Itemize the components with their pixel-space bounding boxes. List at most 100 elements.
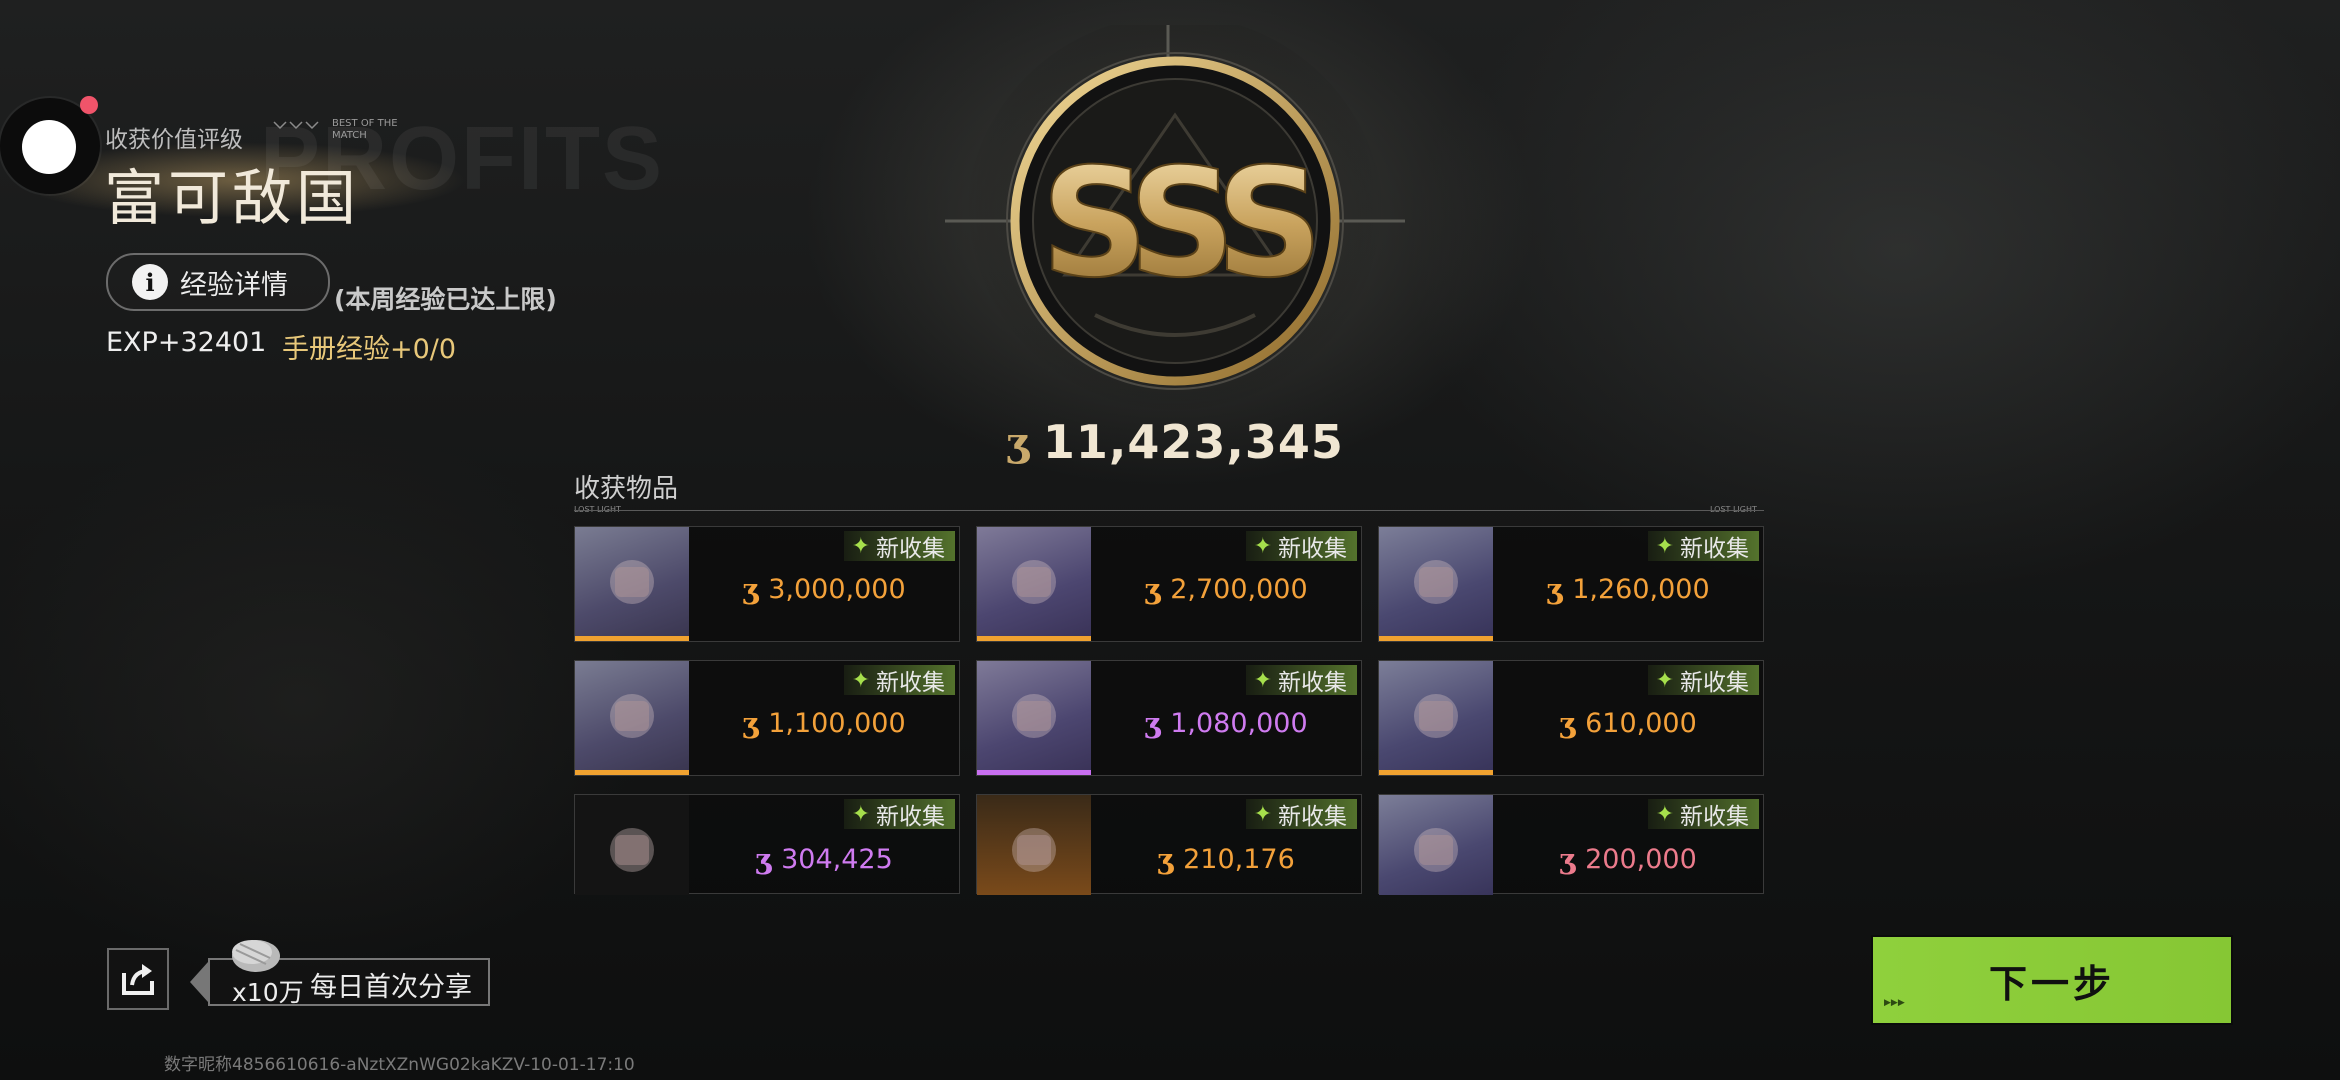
- assault-rifle-icon: [575, 795, 689, 895]
- currency-coin-icon: ʒ: [1546, 572, 1563, 606]
- sparkle-icon: ✦: [1253, 801, 1272, 827]
- sparkle-icon: ✦: [851, 667, 870, 693]
- chevron-marks-icon: [273, 121, 319, 130]
- item-card[interactable]: ✦ 新收集 ʒ 2,700,000: [976, 526, 1362, 642]
- rarity-bar: [977, 770, 1091, 775]
- new-collection-label: 新收集: [1680, 804, 1749, 830]
- trophy-cup-icon: [1379, 661, 1493, 771]
- new-collection-badge: ✦ 新收集: [1245, 665, 1357, 696]
- item-price-value: 3,000,000: [768, 573, 906, 605]
- item-card[interactable]: ✦ 新收集 ʒ 1,100,000: [574, 660, 960, 776]
- new-collection-label: 新收集: [876, 670, 945, 696]
- currency-coin-icon: ʒ: [1144, 572, 1161, 606]
- info-icon: i: [132, 264, 168, 300]
- new-collection-label: 新收集: [1278, 670, 1347, 696]
- rarity-bar: [977, 636, 1091, 641]
- item-price: ʒ 1,260,000: [1493, 569, 1763, 609]
- share-button[interactable]: [107, 948, 169, 1010]
- currency-coin-icon: ʒ: [1559, 842, 1576, 876]
- sparkle-icon: ✦: [1253, 667, 1272, 693]
- currency-coin-icon: ʒ: [742, 572, 759, 606]
- new-collection-badge: ✦ 新收集: [1647, 531, 1759, 562]
- sparkle-icon: ✦: [851, 801, 870, 827]
- items-section-title: 收获物品: [574, 474, 679, 504]
- share-icon: [122, 964, 154, 995]
- coin-stack-icon: [232, 940, 280, 972]
- item-price: ʒ 2,700,000: [1091, 569, 1361, 609]
- sparkle-icon: ✦: [1655, 533, 1674, 559]
- item-card[interactable]: ✦ 新收集 ʒ 1,260,000: [1378, 526, 1764, 642]
- item-price-value: 1,080,000: [1170, 707, 1308, 739]
- new-collection-label: 新收集: [1680, 536, 1749, 562]
- octopus-ring-icon: [977, 661, 1091, 771]
- bronze-vase-icon: [575, 661, 689, 771]
- item-card[interactable]: ✦ 新收集 ʒ 304,425: [574, 794, 960, 895]
- exp-cap-note: (本周经验已达上限): [334, 285, 557, 314]
- item-price-value: 304,425: [781, 843, 893, 875]
- item-price-value: 1,100,000: [768, 707, 906, 739]
- item-card[interactable]: ✦ 新收集 ʒ 610,000: [1378, 660, 1764, 776]
- item-price: ʒ 1,080,000: [1091, 703, 1361, 743]
- currency-coin-icon: ʒ: [755, 842, 772, 876]
- currency-coin-icon: ʒ: [1144, 706, 1161, 740]
- item-price: ʒ 304,425: [689, 839, 959, 879]
- new-collection-badge: ✦ 新收集: [1245, 531, 1357, 562]
- item-price: ʒ 1,100,000: [689, 703, 959, 743]
- sparkle-icon: ✦: [851, 533, 870, 559]
- new-collection-badge: ✦ 新收集: [843, 665, 955, 696]
- ornate-sword-icon: [1379, 527, 1493, 637]
- rarity-bar: [575, 770, 689, 775]
- item-price: ʒ 3,000,000: [689, 569, 959, 609]
- currency-coin-icon: ʒ: [1157, 842, 1174, 876]
- feather-blade-icon: [1379, 795, 1493, 895]
- item-card[interactable]: ✦ 新收集 ʒ 200,000: [1378, 794, 1764, 895]
- currency-coin-icon: ʒ: [1559, 706, 1576, 740]
- handbook-exp: 手册经验+0/0: [282, 334, 457, 365]
- total-value-number: 11,423,345: [1042, 415, 1344, 469]
- exp-details-button[interactable]: i 经验详情: [106, 253, 330, 311]
- item-card[interactable]: ✦ 新收集 ʒ 3,000,000: [574, 526, 960, 642]
- rating-label: 收获价值评级: [105, 127, 243, 153]
- item-card[interactable]: ✦ 新收集 ʒ 210,176: [976, 794, 1362, 895]
- rarity-bar: [1379, 770, 1493, 775]
- item-price-value: 1,260,000: [1572, 573, 1710, 605]
- item-price-value: 610,000: [1585, 707, 1697, 739]
- new-collection-label: 新收集: [876, 536, 945, 562]
- item-price: ʒ 210,176: [1091, 839, 1361, 879]
- commemorative-coin-icon: [977, 527, 1091, 637]
- new-collection-badge: ✦ 新收集: [843, 531, 955, 562]
- best-of-match-text: BEST OF THE MATCH: [332, 118, 398, 141]
- sparkle-icon: ✦: [1253, 533, 1272, 559]
- items-divider: [574, 510, 1764, 511]
- new-collection-badge: ✦ 新收集: [1647, 799, 1759, 830]
- exp-details-label: 经验详情: [180, 269, 288, 301]
- warship-model-icon: [575, 527, 689, 637]
- item-price: ʒ 610,000: [1493, 703, 1763, 743]
- record-indicator-dot: [80, 96, 98, 114]
- next-step-label: 下一步: [1988, 961, 2115, 1006]
- new-collection-badge: ✦ 新收集: [843, 799, 955, 830]
- new-collection-label: 新收集: [876, 804, 945, 830]
- new-collection-label: 新收集: [1278, 536, 1347, 562]
- share-pill-pointer: [190, 962, 208, 1002]
- item-price: ʒ 200,000: [1493, 839, 1763, 879]
- sparkle-icon: ✦: [1655, 801, 1674, 827]
- item-card[interactable]: ✦ 新收集 ʒ 1,080,000: [976, 660, 1362, 776]
- share-reward-quantity: x10万: [232, 978, 304, 1007]
- item-price-value: 200,000: [1585, 843, 1697, 875]
- currency-coin-icon: ʒ: [742, 706, 759, 740]
- new-collection-label: 新收集: [1680, 670, 1749, 696]
- item-price-value: 210,176: [1183, 843, 1295, 875]
- player-id-watermark: 数字昵称4856610616-aNztXZnWG02kaKZV-10-01-17…: [164, 1055, 635, 1075]
- exp-gained: EXP+32401: [106, 327, 267, 358]
- rarity-bar: [575, 636, 689, 641]
- currency-coin-icon: ʒ: [1006, 418, 1029, 466]
- sss-rank-emblem: SSS: [945, 25, 1405, 435]
- new-collection-badge: ✦ 新收集: [1245, 799, 1357, 830]
- item-price-value: 2,700,000: [1170, 573, 1308, 605]
- next-step-button[interactable]: 下一步: [1873, 937, 2231, 1023]
- sss-grade-text: SSS: [1041, 137, 1314, 311]
- new-collection-badge: ✦ 新收集: [1647, 665, 1759, 696]
- rating-title: 富可敌国: [104, 164, 360, 234]
- rarity-bar: [1379, 636, 1493, 641]
